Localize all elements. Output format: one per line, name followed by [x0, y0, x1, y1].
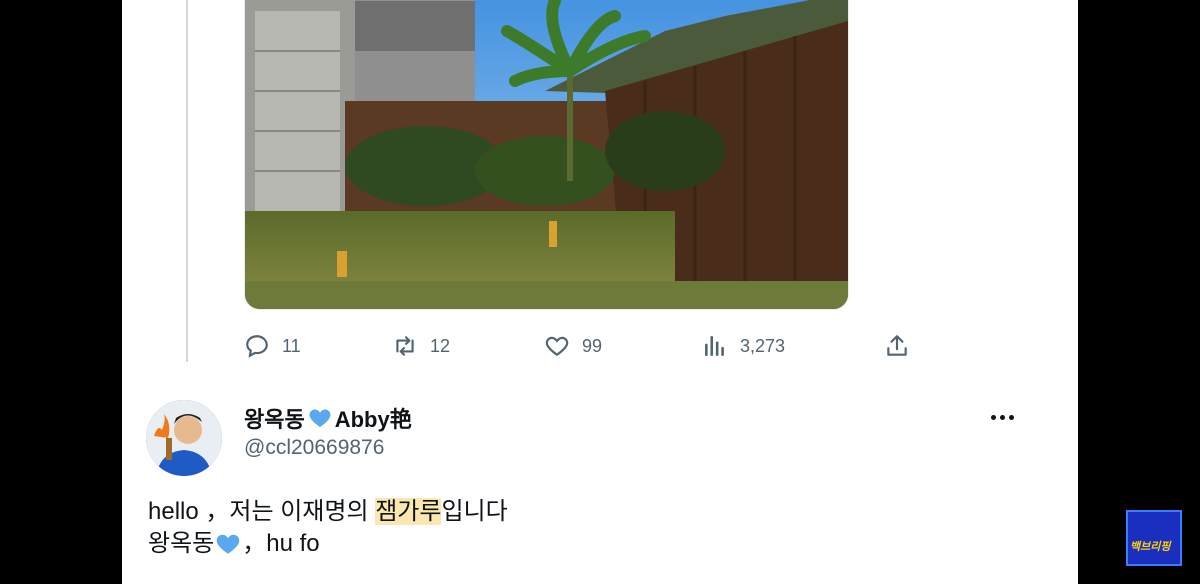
heart-outline-icon — [545, 336, 569, 356]
comment-icon — [246, 335, 268, 358]
more-dot-icon — [999, 414, 1005, 420]
retweet-count: 12 — [430, 335, 451, 356]
highlighted-word: 잼가루 — [375, 498, 442, 525]
garden-photo — [245, 0, 848, 309]
views-button[interactable]: 3,273 — [702, 330, 785, 362]
display-name[interactable]: 왕옥동 Abby艳 — [244, 402, 412, 434]
views-count: 3,273 — [740, 335, 786, 356]
share-button[interactable] — [884, 330, 910, 362]
text-segment: 입니다 — [441, 498, 508, 525]
more-dot-icon — [990, 414, 996, 420]
display-name-text: 왕옥동 — [244, 407, 305, 432]
display-name-suffix: Abby艳 — [334, 407, 412, 432]
more-dot-icon — [1008, 414, 1014, 420]
retweet-icon — [396, 336, 414, 356]
tweet-actions: 11 12 99 3,273 — [244, 330, 924, 362]
avatar-photo — [146, 400, 222, 476]
text-segment: ，hu fo — [242, 530, 320, 557]
views-chart-icon — [705, 336, 724, 356]
tweet-panel: 11 12 99 3,273 왕옥동 Abby艳 @ccl20669876 he… — [122, 0, 1078, 584]
reply-count: 11 — [282, 335, 301, 356]
like-count: 99 — [582, 335, 603, 356]
like-button[interactable]: 99 — [544, 330, 602, 362]
blue-heart-icon — [309, 409, 331, 427]
retweet-button[interactable]: 12 — [392, 330, 450, 362]
avatar[interactable] — [146, 400, 222, 476]
share-icon — [887, 335, 907, 356]
reply-text-line-1: hello ，저는 이재명의 잼가루입니다 — [148, 496, 508, 528]
text-segment: 왕옥동 — [148, 530, 215, 557]
thread-line — [186, 0, 188, 362]
text-segment: hello ，저는 이재명의 — [148, 498, 376, 525]
more-options-button[interactable] — [984, 402, 1020, 432]
logo-text: 백브리핑 — [1130, 540, 1171, 553]
reply-text-line-2: 왕옥동 ，hu fo — [148, 528, 508, 560]
tweet-photo[interactable] — [244, 0, 849, 310]
user-handle[interactable]: @ccl20669876 — [244, 436, 384, 460]
channel-logo: 백브리핑 — [1126, 510, 1182, 566]
reply-button[interactable]: 11 — [244, 330, 301, 362]
blue-heart-icon — [216, 534, 240, 554]
reply-text: hello ，저는 이재명의 잼가루입니다 왕옥동 ，hu fo — [148, 496, 508, 560]
